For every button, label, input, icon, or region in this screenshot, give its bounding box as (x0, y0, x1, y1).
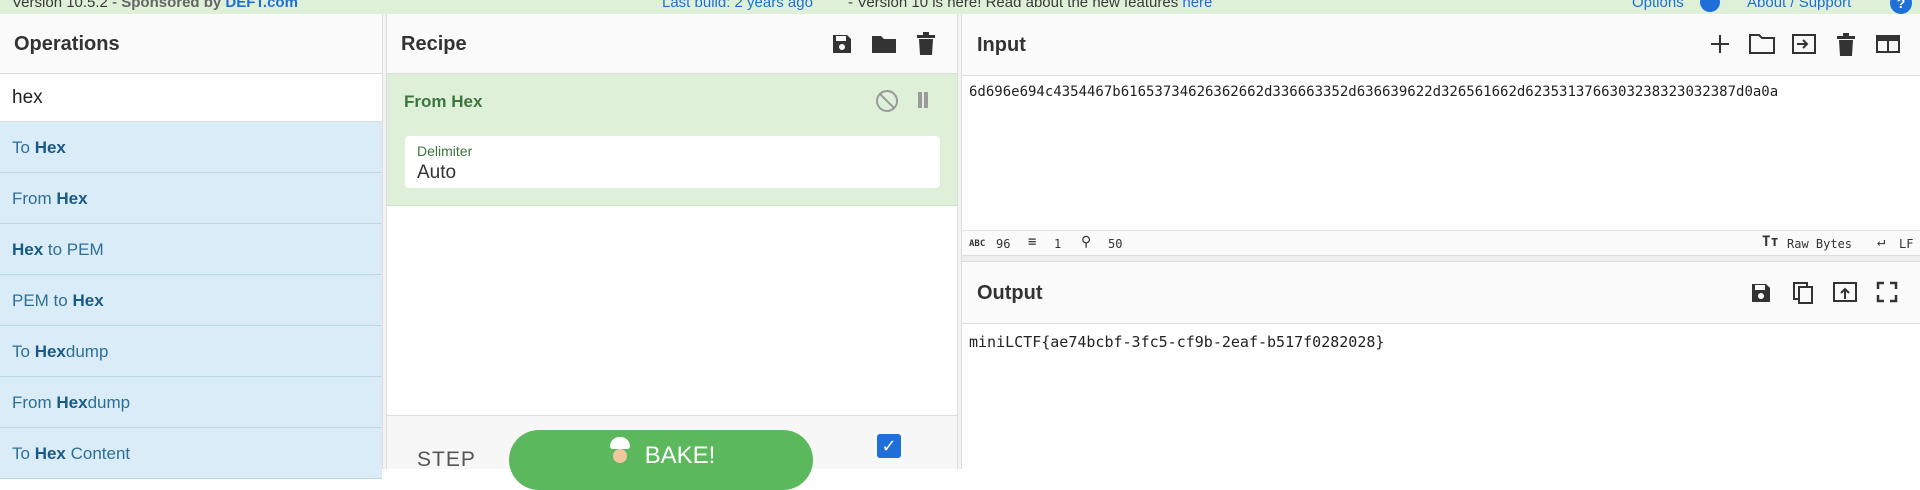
input-header: Input (962, 14, 1920, 76)
location-pin-icon: ⚲ (1081, 234, 1091, 250)
load-recipe-folder-icon[interactable] (871, 32, 897, 58)
operation-item[interactable]: PEM to Hex (0, 275, 382, 326)
recipe-operation-name: From Hex (404, 92, 482, 112)
maximise-output-icon[interactable] (1874, 281, 1900, 305)
input-lines: 1 (1054, 237, 1061, 251)
about-link[interactable]: About / Support (1747, 0, 1851, 11)
input-title: Input (977, 34, 1026, 56)
clear-recipe-trash-icon[interactable] (913, 32, 939, 58)
open-folder-icon[interactable] (1749, 33, 1775, 57)
output-text[interactable]: miniLCTF{ae74bcbf-3fc5-cf9b-2eaf-b517f02… (962, 324, 1920, 360)
bake-controls: STEP BAKE! ✓ (387, 415, 957, 469)
news-text: - Version 10 is here! Read about the new… (848, 0, 1212, 11)
cursor-position: 50 (1108, 237, 1122, 251)
gear-icon[interactable] (1700, 0, 1720, 12)
input-status-bar: ABC 96 ≡ 1 ⚲ 50 Tт Raw Bytes ↵ LF (962, 230, 1920, 256)
operation-item[interactable]: To Hexdump (0, 326, 382, 377)
output-header: Output (962, 262, 1920, 324)
input-eol[interactable]: LF (1899, 237, 1913, 251)
last-build-text: Last build: 2 years ago (662, 0, 813, 11)
output-title: Output (977, 282, 1043, 304)
recipe-header: Recipe (387, 14, 957, 74)
delimiter-value: Auto (417, 162, 456, 184)
auto-bake-checkbox[interactable]: ✓ (877, 434, 901, 458)
operation-item[interactable]: From Hex (0, 173, 382, 224)
save-output-icon[interactable] (1748, 281, 1774, 305)
operation-item[interactable]: From Hexdump (0, 377, 382, 428)
open-file-icon[interactable] (1791, 33, 1817, 57)
recipe-operation-from-hex[interactable]: From Hex Delimiter Auto (387, 74, 957, 206)
recipe-panel: Recipe From Hex Delimiter Auto STEP BAKE… (387, 14, 958, 469)
abc-length-icon: ABC (969, 239, 985, 249)
input-encoding[interactable]: Raw Bytes (1787, 237, 1852, 251)
clear-input-trash-icon[interactable] (1833, 33, 1859, 57)
operations-search-input[interactable]: hex (0, 74, 382, 122)
operations-list: To Hex From Hex Hex to PEM PEM to Hex To… (0, 122, 382, 479)
add-tab-plus-icon[interactable] (1707, 33, 1733, 57)
eol-arrow-icon[interactable]: ↵ (1877, 234, 1885, 250)
news-link[interactable]: here (1182, 0, 1212, 11)
save-recipe-icon[interactable] (829, 32, 855, 58)
lines-icon: ≡ (1028, 234, 1036, 250)
step-button[interactable]: STEP (417, 448, 476, 472)
text-encoding-icon[interactable]: Tт (1762, 234, 1779, 250)
breakpoint-pause-icon[interactable] (916, 92, 930, 108)
operation-item[interactable]: To Hex Content (0, 428, 382, 479)
options-link[interactable]: Options (1632, 0, 1684, 11)
delimiter-select[interactable]: Delimiter Auto (405, 136, 940, 188)
recipe-title: Recipe (401, 33, 467, 55)
operations-title: Operations (0, 14, 382, 74)
chef-icon (607, 437, 633, 467)
delimiter-label: Delimiter (417, 143, 472, 159)
replace-input-icon[interactable] (1832, 281, 1858, 305)
operation-item[interactable]: To Hex (0, 122, 382, 173)
io-panel: Input 6d696e694c4354467b6165373462636266… (962, 14, 1920, 469)
operations-panel: Operations hex To Hex From Hex Hex to PE… (0, 14, 383, 469)
layout-toggle-icon[interactable] (1875, 33, 1901, 57)
top-banner: Version 10.5.2 - Sponsored by DEFT.com L… (0, 0, 1920, 14)
bake-button[interactable]: BAKE! (509, 430, 813, 490)
sponsor-link[interactable]: DEFT.com (225, 0, 298, 11)
operation-item[interactable]: Hex to PEM (0, 224, 382, 275)
input-length: 96 (996, 237, 1010, 251)
input-textarea[interactable]: 6d696e694c4354467b61653734626362662d3366… (962, 76, 1920, 230)
version-text: Version 10.5.2 - Sponsored by DEFT.com (12, 0, 298, 11)
disable-operation-icon[interactable] (876, 90, 898, 112)
help-icon[interactable]: ? (1890, 0, 1912, 14)
bake-label: BAKE! (645, 442, 716, 469)
copy-output-icon[interactable] (1790, 281, 1816, 305)
